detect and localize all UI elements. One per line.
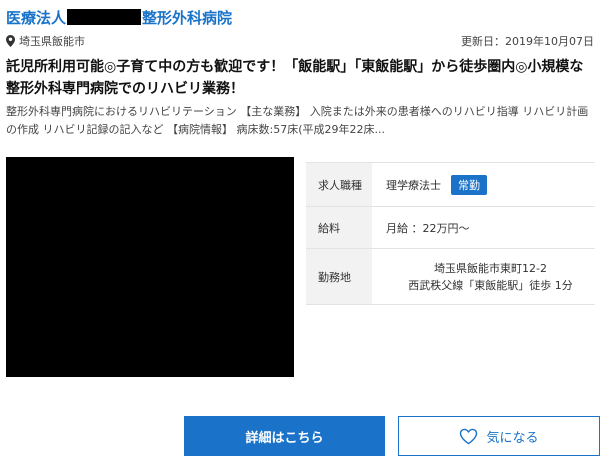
workplace-access: 西武秩父線「東飯能駅」徒歩 1分 xyxy=(408,278,573,292)
favorite-button-label: 気になる xyxy=(486,430,539,446)
employment-type-badge: 常勤 xyxy=(451,174,487,195)
updated-date: 更新日：2019年10月07日 xyxy=(461,35,594,48)
info-row-workplace: 勤務地 埼玉県飯能市東町12-2 西武秩父線「東飯能駅」徒歩 1分 xyxy=(306,249,595,305)
meta-row: 埼玉県飯能市 更新日：2019年10月07日 xyxy=(6,32,594,50)
hospital-name-suffix: 整形外科病院 xyxy=(142,8,233,27)
job-type-value-cell: 理学療法士 常勤 xyxy=(372,163,595,206)
heart-icon xyxy=(460,428,478,444)
job-type-label: 求人職種 xyxy=(306,163,372,206)
salary-value: 月給 ：22万円〜 xyxy=(386,221,470,235)
favorite-button[interactable]: 気になる xyxy=(398,416,600,456)
hospital-name-link[interactable]: 医療法人 整形外科病院 xyxy=(6,6,232,28)
redacted-name-block xyxy=(67,9,142,25)
workplace-value: 埼玉県飯能市東町12-2 西武秩父線「東飯能駅」徒歩 1分 xyxy=(372,249,595,304)
job-type-value: 理学療法士 xyxy=(386,178,441,192)
job-description: 整形外科専門病院におけるリハビリテーション 【主な業務】 入院または外来の患者様… xyxy=(6,105,589,136)
location-text: 埼玉県飯能市 xyxy=(19,35,85,48)
job-thumbnail-image[interactable] xyxy=(6,157,294,377)
workplace-address: 埼玉県飯能市東町12-2 xyxy=(434,261,547,275)
info-row-job-type: 求人職種 理学療法士 常勤 xyxy=(306,163,595,207)
job-info-table: 求人職種 理学療法士 常勤 給料 月給 ：22万円〜 勤務地 埼玉県飯能市東町1… xyxy=(306,162,595,305)
info-row-salary: 給料 月給 ：22万円〜 xyxy=(306,207,595,249)
map-pin-icon xyxy=(6,35,15,47)
job-headline[interactable]: 託児所利用可能◎子育て中の方も歓迎です！「飯能駅」「東飯能駅」から徒歩圏内◎小規… xyxy=(6,56,594,100)
detail-button[interactable]: 詳細はこちら xyxy=(184,416,385,456)
workplace-label: 勤務地 xyxy=(306,249,372,304)
location: 埼玉県飯能市 xyxy=(6,33,85,49)
salary-label: 給料 xyxy=(306,207,372,248)
hospital-name-prefix: 医療法人 xyxy=(6,8,67,27)
